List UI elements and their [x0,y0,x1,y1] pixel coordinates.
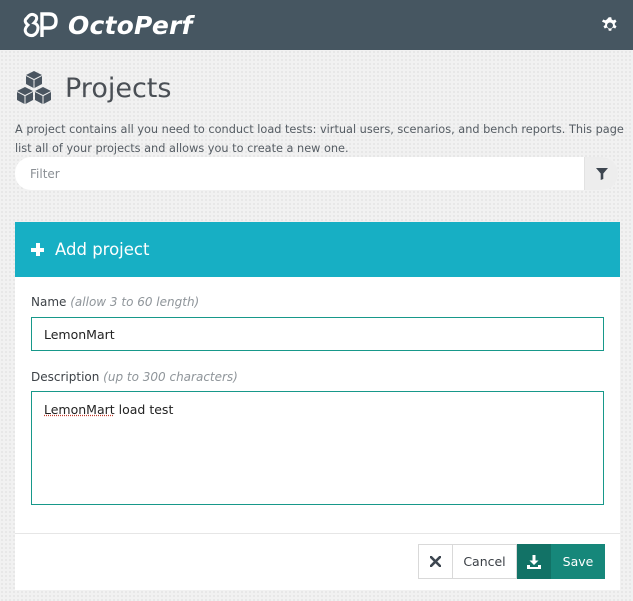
close-icon [430,556,441,567]
filter-bar [15,157,618,190]
top-navbar: OctoPerf [0,0,633,50]
page-description: A project contains all you need to condu… [15,123,624,155]
name-hint: (allow 3 to 60 length) [70,295,200,309]
funnel-icon [595,167,608,180]
brand-logo[interactable]: OctoPerf [22,10,193,40]
plus-icon [31,243,44,256]
name-field[interactable] [31,317,604,351]
description-label-text: Description [31,370,100,384]
add-project-title: Add project [55,240,150,259]
filter-button[interactable] [584,157,618,190]
add-project-panel: Add project Name (allow 3 to 60 length) … [15,222,620,590]
download-icon [527,554,541,569]
brand-name: OctoPerf [68,10,193,40]
save-label: Save [562,554,594,569]
form-actions: Cancel Save [418,544,605,579]
description-label: Description (up to 300 characters) [31,370,238,384]
description-text-word: LemonMart [44,402,115,417]
description-hint: (up to 300 characters) [103,370,238,384]
octoperf-logo-icon [23,12,58,38]
name-label: Name (allow 3 to 60 length) [31,295,199,309]
name-label-text: Name [31,295,67,309]
add-project-header: Add project [15,222,620,277]
save-icon-box [517,544,551,579]
description-field[interactable]: LemonMart load test [31,391,604,505]
page-header: Projects [15,66,625,110]
filter-input[interactable] [30,158,590,189]
cancel-button[interactable]: Cancel [452,544,517,579]
cancel-icon-button[interactable] [418,544,452,579]
save-button[interactable]: Save [517,544,605,579]
gear-icon[interactable] [601,15,619,33]
form-divider [15,533,620,534]
cubes-icon [17,71,51,104]
page-title: Projects [65,72,172,104]
description-text-rest: load test [114,402,174,417]
